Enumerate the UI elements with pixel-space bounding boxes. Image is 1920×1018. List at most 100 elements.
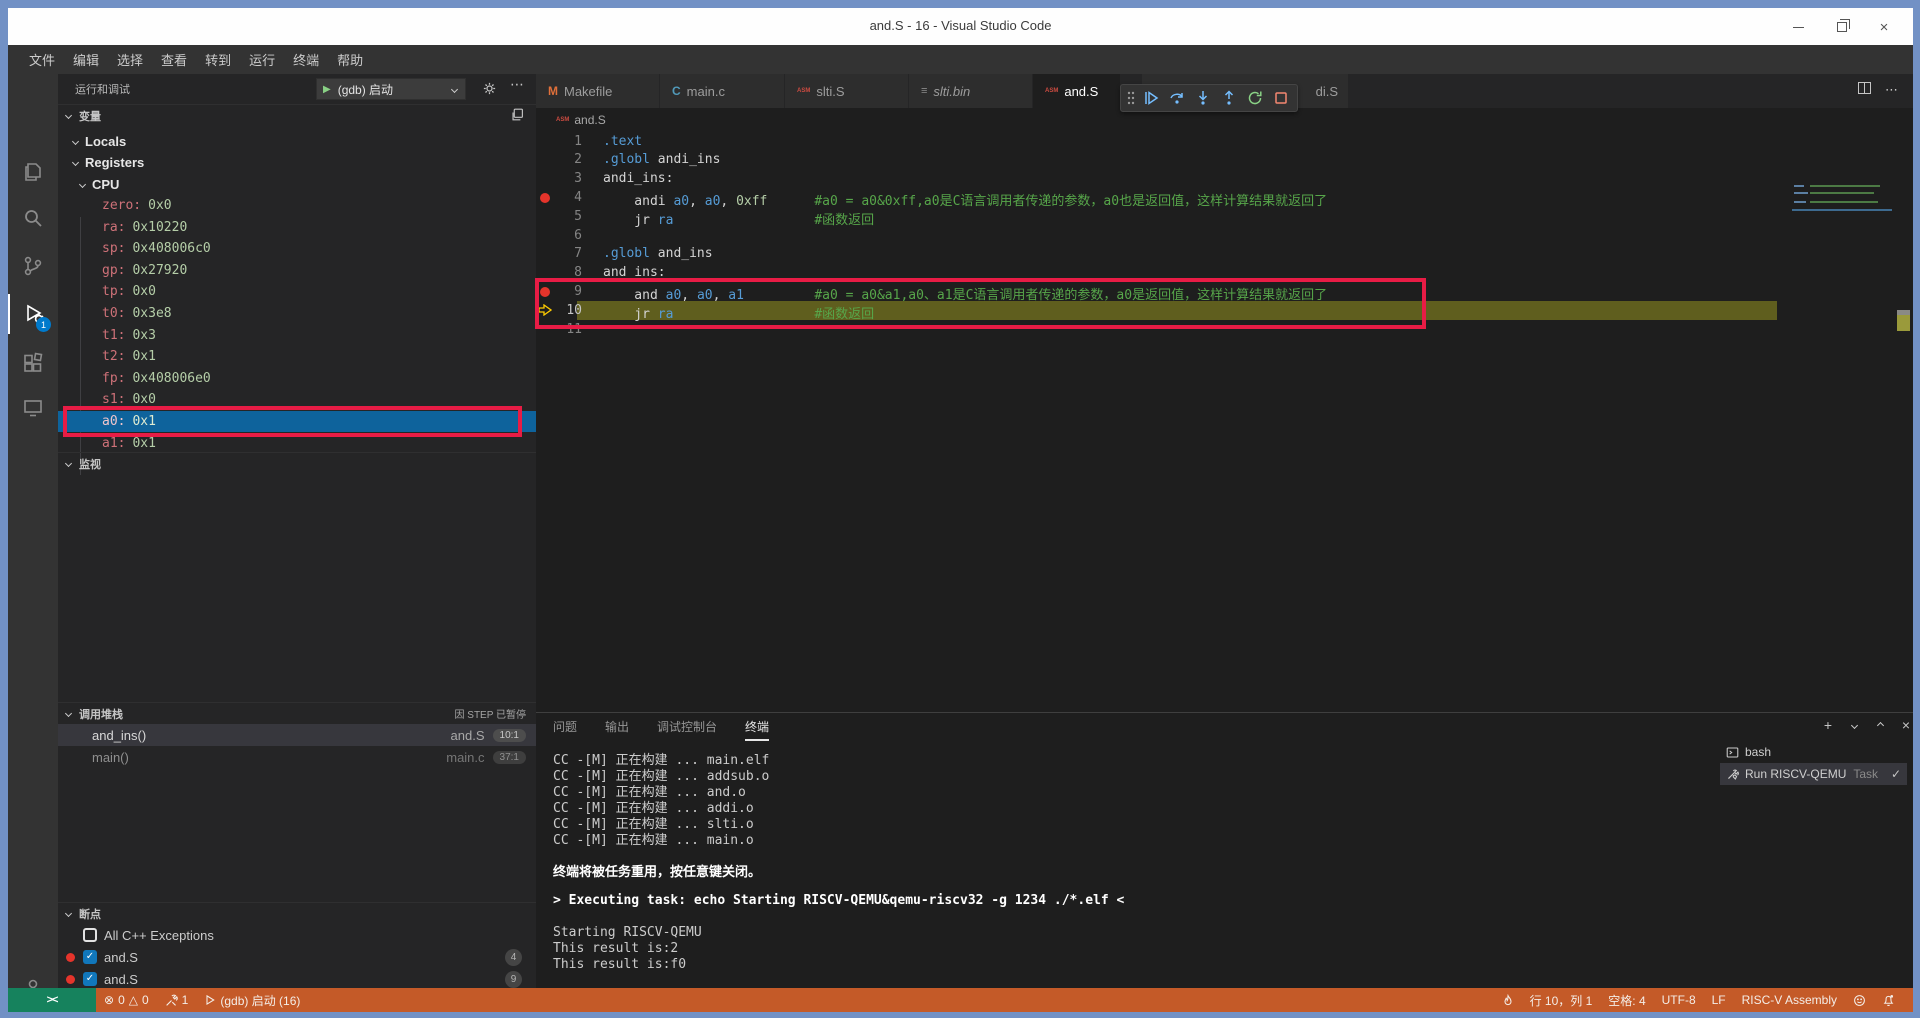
menu-item[interactable]: 帮助 — [328, 46, 372, 73]
menu-item[interactable]: 文件 — [20, 46, 64, 73]
start-debug-icon[interactable]: ▶ — [323, 84, 331, 95]
stack-frame-row[interactable]: main() main.c 37:1 — [58, 746, 536, 768]
watch-section-header[interactable]: 监视 — [58, 452, 536, 474]
code-line[interactable]: 2.globl andi_ins — [536, 151, 1913, 170]
register-row[interactable]: tp:0x0 — [58, 281, 536, 303]
running-tasks-status[interactable]: 1 — [157, 988, 197, 1012]
code-line[interactable]: 3andi_ins: — [536, 170, 1913, 189]
register-row[interactable]: gp:0x27920 — [58, 260, 536, 282]
breakpoint-checkbox[interactable]: ✓ — [83, 972, 97, 986]
breakpoint-row[interactable]: ✓and.S9 — [58, 968, 536, 990]
extensions-icon[interactable] — [8, 344, 58, 384]
step-out-button[interactable] — [1217, 86, 1241, 110]
menu-item[interactable]: 转到 — [196, 46, 240, 73]
tree-item-locals[interactable]: Locals — [58, 130, 536, 152]
register-row[interactable]: t2:0x1 — [58, 346, 536, 368]
stop-button[interactable] — [1269, 86, 1293, 110]
variables-section-header[interactable]: 变量 — [58, 104, 536, 126]
menu-item[interactable]: 运行 — [240, 46, 284, 73]
register-row[interactable]: t0:0x3e8 — [58, 303, 536, 325]
breakpoint-dot-icon[interactable] — [540, 287, 550, 297]
register-row[interactable]: sp:0x408006c0 — [58, 238, 536, 260]
language-mode-status[interactable]: RISC-V Assembly — [1734, 988, 1845, 1012]
indentation-status[interactable]: 空格: 4 — [1600, 988, 1653, 1012]
eol-status[interactable]: LF — [1704, 988, 1734, 1012]
minimap[interactable] — [1790, 183, 1895, 215]
new-terminal-icon[interactable]: + — [1820, 717, 1836, 733]
panel-tab-输出[interactable]: 输出 — [605, 713, 629, 741]
cursor-position-status[interactable]: 行 10，列 1 — [1522, 988, 1601, 1012]
tab-and.S[interactable]: ASMand.S — [1033, 74, 1121, 108]
menu-item[interactable]: 查看 — [152, 46, 196, 73]
debug-settings-gear-icon[interactable] — [482, 81, 497, 99]
remote-explorer-icon[interactable] — [8, 388, 58, 428]
minimize-button[interactable] — [1783, 17, 1813, 37]
register-row[interactable]: zero:0x0 — [58, 195, 536, 217]
breakpoints-section-header[interactable]: 断点 — [58, 902, 536, 924]
maximize-button[interactable] — [1827, 17, 1857, 37]
search-icon[interactable] — [8, 198, 58, 238]
overlapping-squares-icon[interactable] — [511, 108, 524, 124]
close-button[interactable]: × — [1869, 17, 1899, 37]
code-line[interactable]: 6 — [536, 226, 1913, 245]
panel-tab-问题[interactable]: 问题 — [553, 713, 577, 741]
debug-config-dropdown[interactable]: ▶ (gdb) 启动 — [316, 78, 466, 100]
panel-tab-终端[interactable]: 终端 — [745, 713, 769, 741]
maximize-panel-icon[interactable] — [1872, 717, 1888, 733]
panel-tab-调试控制台[interactable]: 调试控制台 — [657, 713, 717, 741]
sidebar-more-actions-icon[interactable]: ⋯ — [510, 76, 525, 93]
register-row[interactable]: ra:0x10220 — [58, 216, 536, 238]
breakpoint-dot-icon[interactable] — [540, 193, 550, 203]
split-editor-icon[interactable] — [1858, 82, 1871, 94]
source-control-icon[interactable] — [8, 246, 58, 286]
editor-more-actions-icon[interactable]: ⋯ — [1885, 82, 1899, 98]
flame-icon[interactable] — [1494, 988, 1522, 1012]
register-row[interactable]: s1:0x0 — [58, 389, 536, 411]
encoding-status[interactable]: UTF-8 — [1654, 988, 1704, 1012]
code-line[interactable]: 8and_ins: — [536, 264, 1913, 283]
tab-slti.S[interactable]: ASMslti.S — [785, 74, 909, 108]
restart-button[interactable] — [1243, 86, 1267, 110]
run-and-debug-icon[interactable]: 1 — [8, 294, 58, 334]
feedback-icon[interactable] — [1845, 988, 1874, 1012]
step-into-button[interactable] — [1191, 86, 1215, 110]
terminal-dropdown-chevron-icon[interactable] — [1846, 717, 1862, 733]
register-row[interactable]: a0:0x1 — [58, 411, 536, 433]
debug-session-status[interactable]: (gdb) 启动 (16) — [196, 988, 308, 1012]
code-line[interactable]: 4 andi a0, a0, 0xff #a0 = a0&0xff,a0是C语言… — [536, 188, 1913, 207]
breakpoint-checkbox[interactable] — [83, 928, 97, 942]
breakpoint-checkbox[interactable]: ✓ — [83, 950, 97, 964]
close-panel-icon[interactable]: × — [1898, 717, 1914, 733]
breakpoint-row[interactable]: ✓and.S4 — [58, 946, 536, 968]
code-line[interactable]: 9 and a0, a0, a1 #a0 = a0&a1,a0、a1是C语言调用… — [536, 282, 1913, 301]
remote-indicator[interactable]: >< — [8, 988, 96, 1012]
code-line[interactable]: 7.globl and_ins — [536, 245, 1913, 264]
register-row[interactable]: a1:0x1 — [58, 432, 536, 454]
call-stack-section-header[interactable]: 调用堆栈 因 STEP 已暂停 — [58, 702, 536, 724]
code-line[interactable]: 10 jr ra #函数返回 — [536, 301, 1913, 320]
tab-slti.bin[interactable]: ≡slti.bin — [909, 74, 1033, 108]
menu-item[interactable]: 终端 — [284, 46, 328, 73]
menu-item[interactable]: 编辑 — [64, 46, 108, 73]
tree-item-registers[interactable]: Registers — [58, 152, 536, 174]
code-line[interactable]: 5 jr ra #函数返回 — [536, 207, 1913, 226]
menu-item[interactable]: 选择 — [108, 46, 152, 73]
step-over-button[interactable] — [1165, 86, 1189, 110]
code-editor[interactable]: 1.text2.globl andi_ins3andi_ins:4 andi a… — [536, 132, 1913, 712]
code-line[interactable]: 11 — [536, 320, 1913, 339]
toolbar-grip-icon[interactable] — [1125, 86, 1137, 110]
register-row[interactable]: fp:0x408006e0 — [58, 368, 536, 390]
register-row[interactable]: t1:0x3 — [58, 324, 536, 346]
tree-item-cpu[interactable]: CPU — [58, 173, 536, 195]
terminal-list-item-bash[interactable]: bash — [1720, 741, 1907, 763]
continue-button[interactable] — [1139, 86, 1163, 110]
breakpoint-row[interactable]: All C++ Exceptions — [58, 924, 536, 946]
code-line[interactable]: 1.text — [536, 132, 1913, 151]
explorer-icon[interactable] — [8, 152, 58, 192]
tab-Makefile[interactable]: MMakefile — [536, 74, 660, 108]
problems-status[interactable]: ⊗ 0 △ 0 — [96, 988, 157, 1012]
tab-main.c[interactable]: Cmain.c — [660, 74, 785, 108]
notifications-bell-icon[interactable] — [1874, 988, 1903, 1012]
stack-frame-row[interactable]: and_ins() and.S 10:1 — [58, 724, 536, 746]
terminal-list-item-task[interactable]: Run RISCV-QEMU Task ✓ — [1720, 763, 1907, 785]
